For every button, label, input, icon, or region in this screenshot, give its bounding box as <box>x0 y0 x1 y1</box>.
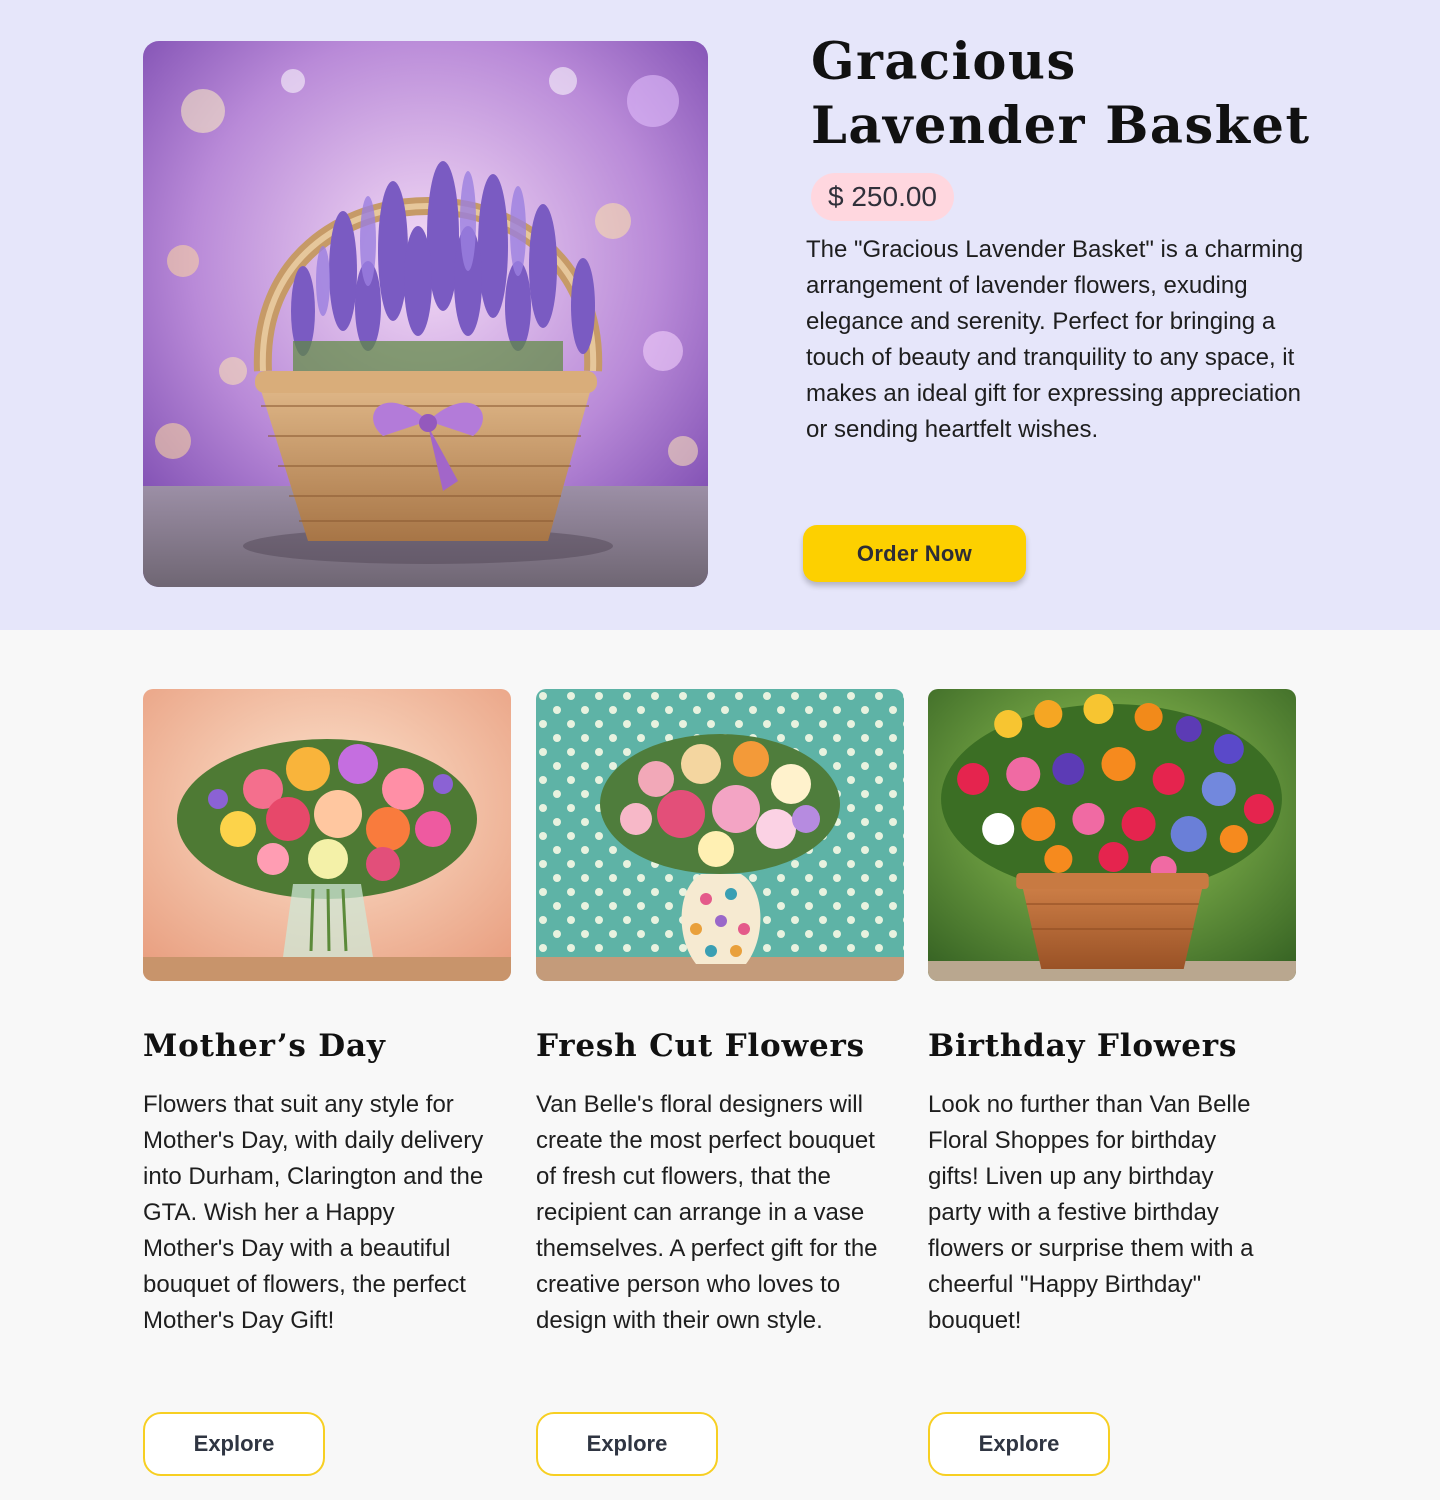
card-description: Look no further than Van Belle Floral Sh… <box>928 1091 1254 1334</box>
product-title: Gracious Lavender Basket <box>811 32 1311 156</box>
category-card-mothers-day: Mother’s Day Flowers that suit any style… <box>143 689 511 1489</box>
card-title: Birthday Flowers <box>928 1028 1238 1064</box>
category-card-fresh-cut: Fresh Cut Flowers Van Belle's floral des… <box>536 689 904 1489</box>
explore-button[interactable]: Explore <box>143 1412 325 1476</box>
fresh-cut-flowers-image <box>536 689 904 981</box>
card-title: Mother’s Day <box>143 1028 386 1064</box>
featured-product-section: Gracious Lavender Basket $ 250.00 The "G… <box>0 0 1440 630</box>
category-card-birthday: Birthday Flowers Look no further than Va… <box>928 689 1296 1489</box>
card-title: Fresh Cut Flowers <box>536 1028 865 1064</box>
birthday-flowers-image <box>928 689 1296 981</box>
explore-button[interactable]: Explore <box>928 1412 1110 1476</box>
card-description: Van Belle's floral designers will create… <box>536 1091 878 1334</box>
mothers-day-bouquet-image <box>143 689 511 981</box>
price-badge: $ 250.00 <box>811 173 954 221</box>
product-description: The "Gracious Lavender Basket" is a char… <box>806 236 1304 443</box>
order-now-button[interactable]: Order Now <box>803 525 1026 582</box>
explore-button[interactable]: Explore <box>536 1412 718 1476</box>
lavender-basket-image <box>143 41 708 587</box>
card-description: Flowers that suit any style for Mother's… <box>143 1091 484 1334</box>
